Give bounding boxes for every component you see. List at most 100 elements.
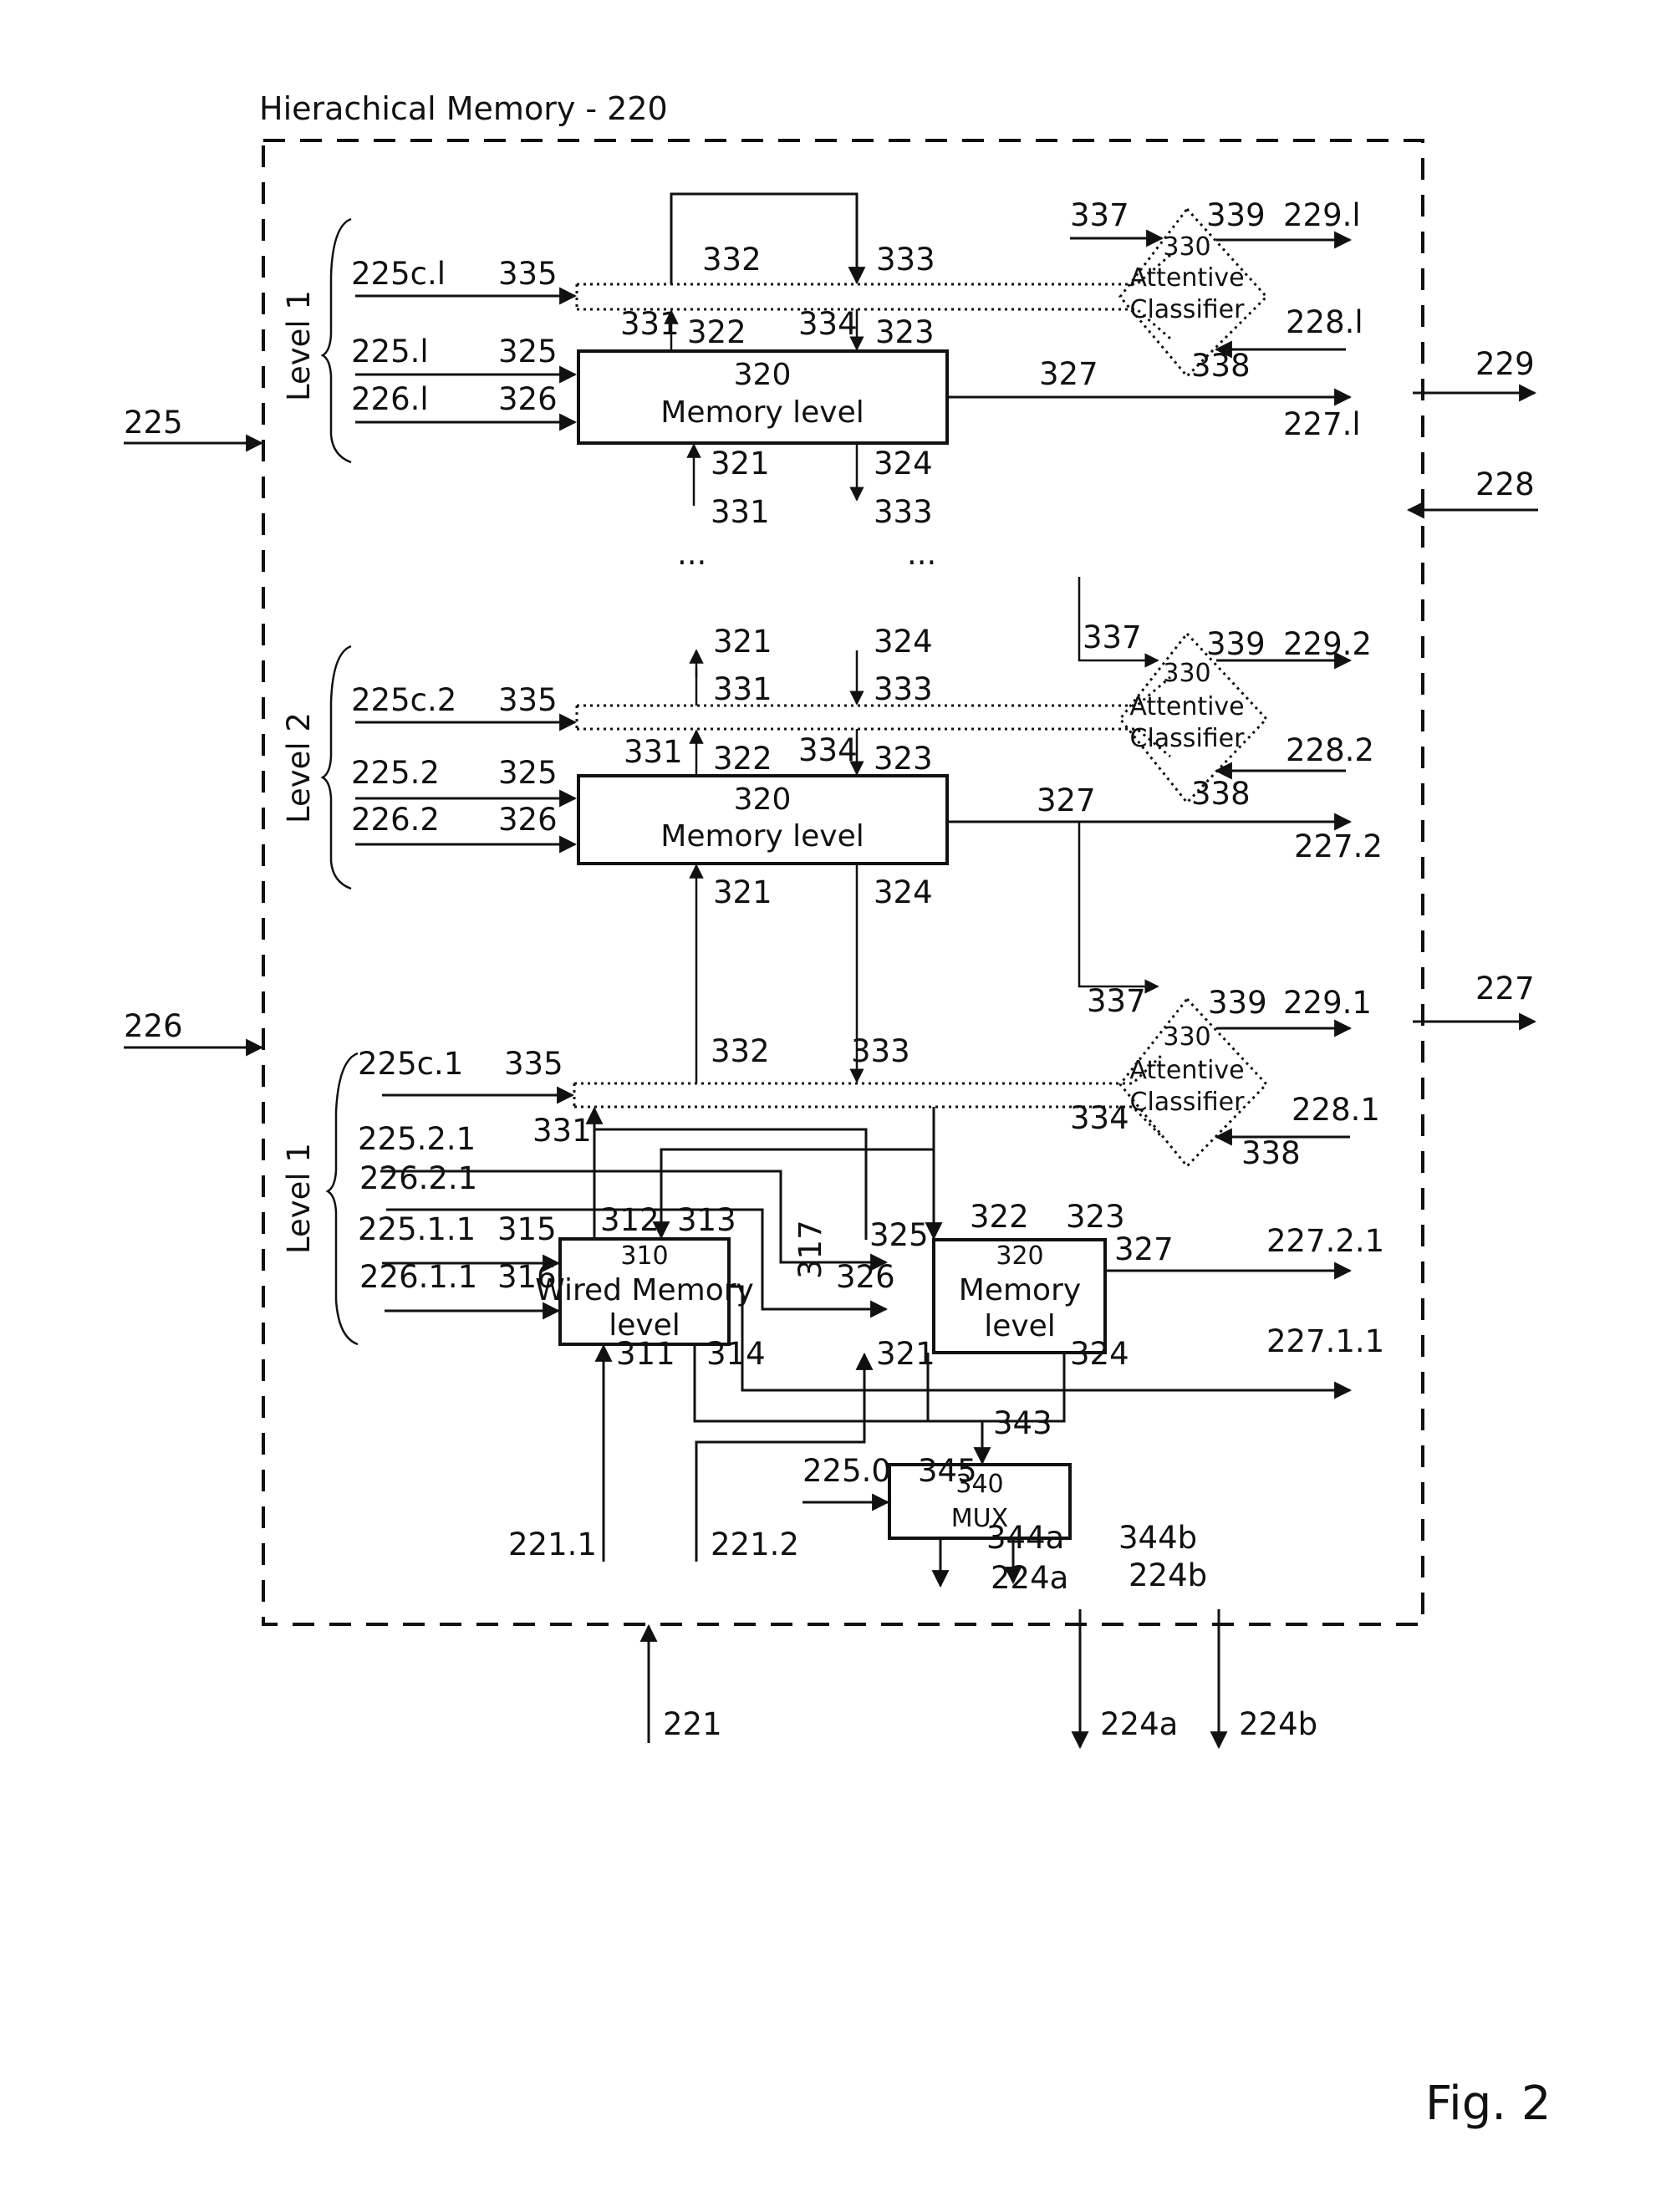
output-224a-label: 224a	[1100, 1706, 1178, 1742]
port-label: 334	[798, 306, 858, 342]
port-label: 335	[498, 682, 558, 718]
output-227-label: 227	[1475, 971, 1535, 1007]
branch-327-to-337	[1078, 822, 1159, 994]
input-label: 225.2	[351, 755, 440, 791]
port-label: 325	[498, 755, 558, 791]
port-label: 322	[687, 314, 746, 350]
port-label: 324	[874, 874, 933, 910]
classifier-line2: Classifier	[1130, 295, 1246, 324]
memory-level-line2: level	[984, 1309, 1056, 1343]
port-label: 335	[498, 256, 558, 292]
level-top: Level 1 225c.l 335 225.l 325 226.l 326 3…	[281, 192, 1363, 572]
classifier-line1: Attentive	[1129, 263, 1244, 293]
arrow-324-to-343	[926, 1353, 991, 1465]
port-label: 344b	[1118, 1520, 1197, 1556]
ellipsis: ...	[907, 536, 936, 572]
input-label: 225c.1	[358, 1046, 463, 1082]
port-label: 314	[706, 1336, 766, 1372]
level-brace	[325, 1052, 359, 1346]
output-label: 229.l	[1283, 197, 1361, 233]
port-label: 312	[600, 1202, 660, 1238]
port-label: 321	[876, 1336, 935, 1372]
port-label: 333	[874, 671, 933, 707]
port-label: 317	[792, 1220, 828, 1279]
port-label: 326	[836, 1259, 895, 1295]
output-label: 229.1	[1283, 985, 1372, 1021]
port-label: 311	[616, 1336, 675, 1372]
port-label: 327	[1037, 782, 1096, 818]
port-label: 344a	[986, 1520, 1064, 1556]
port-label: 339	[1208, 985, 1267, 1021]
port-label: 325	[498, 334, 558, 370]
port-label: 337	[1083, 619, 1142, 655]
classifier-number: 330	[1163, 1022, 1210, 1052]
memory-level-line1: Memory	[959, 1273, 1081, 1307]
input-label: 228.1	[1292, 1092, 1380, 1128]
port-label: 334	[1070, 1100, 1129, 1136]
input-label: 225.0	[802, 1453, 891, 1489]
port-label: 326	[498, 381, 558, 417]
input-label: 226.1.1	[359, 1259, 477, 1295]
input-225-label: 225	[124, 405, 183, 441]
port-label: 338	[1191, 776, 1251, 812]
port-label: 321	[713, 624, 772, 660]
input-label: 228.2	[1286, 732, 1374, 768]
output-label: 227.2.1	[1266, 1223, 1384, 1259]
classifier-line1: Attentive	[1129, 692, 1244, 721]
external-io: 225 226 229 228 227 221 224a 224b	[124, 346, 1538, 1750]
port-label: 339	[1206, 197, 1266, 233]
ellipsis: ...	[677, 536, 706, 572]
diagram-title: Hierachical Memory - 220	[259, 90, 668, 127]
output-label: 224a	[991, 1560, 1068, 1596]
port-label: 333	[876, 242, 935, 278]
port-label: 331	[620, 306, 680, 342]
output-label: 227.2	[1294, 828, 1383, 864]
port-label: 322	[970, 1199, 1029, 1235]
input-label: 225.2.1	[358, 1121, 476, 1157]
input-label: 221.1	[508, 1526, 597, 1562]
port-label: 325	[869, 1217, 929, 1253]
port-label: 331	[532, 1113, 592, 1149]
level-brace	[320, 645, 352, 890]
loop-332-333	[670, 192, 866, 285]
port-label: 332	[702, 242, 762, 278]
memory-level-number: 320	[734, 358, 792, 392]
memory-level-number: 320	[734, 782, 792, 817]
port-label: 313	[677, 1202, 736, 1238]
port-label: 343	[993, 1405, 1052, 1441]
port-label: 315	[497, 1211, 557, 1247]
classifier-number: 330	[1163, 659, 1210, 688]
port-label: 327	[1039, 356, 1098, 392]
memory-level-name: Memory level	[660, 819, 864, 854]
input-label: 225.l	[351, 334, 429, 370]
port-label: 337	[1070, 197, 1129, 233]
level-label: Level 2	[281, 712, 317, 823]
port-label: 321	[711, 446, 770, 482]
output-224b-label: 224b	[1239, 1706, 1317, 1742]
port-label: 338	[1191, 348, 1251, 384]
output-label: 227.1.1	[1266, 1323, 1384, 1359]
port-label: 331	[713, 671, 772, 707]
port-label: 331	[624, 734, 683, 770]
memory-level-name: Memory level	[660, 395, 864, 430]
wired-memory-number: 310	[620, 1241, 668, 1271]
port-label: 334	[798, 732, 858, 768]
input-label: 226.2.1	[359, 1160, 477, 1196]
classifier-number: 330	[1163, 232, 1210, 262]
output-229-label: 229	[1475, 346, 1535, 382]
level-label: Level 1	[281, 290, 317, 401]
input-label: 221.2	[711, 1526, 799, 1562]
port-label: 321	[713, 874, 772, 910]
port-label: 323	[874, 741, 933, 777]
input-228-label: 228	[1475, 466, 1535, 502]
port-label: 324	[874, 624, 933, 660]
input-226-label: 226	[124, 1008, 183, 1044]
port-label: 323	[875, 314, 935, 350]
port-label: 326	[498, 802, 558, 838]
port-label: 322	[713, 741, 772, 777]
port-label: 338	[1241, 1135, 1301, 1171]
figure-caption: Fig. 2	[1425, 2077, 1551, 2131]
port-label: 323	[1066, 1199, 1125, 1235]
output-label: 224b	[1129, 1557, 1207, 1593]
input-label: 225c.l	[351, 256, 446, 292]
